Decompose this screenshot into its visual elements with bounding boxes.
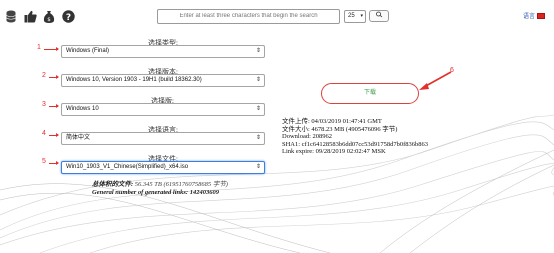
version-select[interactable]: Windows 10, Version 1903 - 19H1 (build 1… (61, 74, 265, 87)
thumbs-up-icon[interactable] (23, 9, 37, 23)
total-size-label: 总体积的文件: (92, 181, 134, 188)
database-icon[interactable] (4, 9, 18, 23)
link-expire: Link expire: 09/28/2019 02:02:47 MSK (282, 148, 386, 155)
step-number-2: 2 (42, 72, 46, 79)
totals-block: 总体积的文件: 56.345 TB (61951760758685 字节) Ge… (92, 181, 228, 197)
step-number-5: 5 (42, 158, 46, 165)
download-count: Download: 208962 (282, 133, 333, 140)
total-size-value: 56.345 TB (134, 181, 162, 188)
chevron-updown-icon: ⇕ (255, 135, 261, 141)
chevron-down-icon: ▾ (360, 13, 363, 19)
search-icon (375, 11, 384, 20)
step-arrow-5 (49, 161, 59, 165)
svg-text:?: ? (65, 12, 70, 22)
generated-links-label: General number of generated links: (92, 189, 189, 196)
flag-icon (537, 12, 546, 19)
chevron-updown-icon: ⇕ (255, 48, 261, 54)
generated-links-value: 142403609 (189, 189, 219, 196)
language-switcher[interactable]: 语言 (523, 11, 546, 20)
file-select[interactable]: Win10_1903_V1_Chinese(Simplified)_x64.is… (61, 161, 265, 174)
top-icon-bar: $ ? (4, 9, 75, 23)
type-select-value: Windows (Final) (66, 48, 110, 54)
step-arrow-6 (419, 71, 452, 90)
search-button[interactable] (369, 10, 389, 22)
svg-text:$: $ (47, 17, 51, 23)
background-swoosh-decoration (0, 114, 554, 253)
chevron-updown-icon: ⇕ (255, 164, 261, 170)
file-info-panel: 文件上传: 04/03/2019 01:47:41 GMT 文件大小: 4678… (282, 118, 428, 156)
file-sha1: SHA1: cf1c64128583b6dd07cc53d91758d7b0f8… (282, 140, 429, 148)
step-arrow-3 (49, 104, 59, 108)
step-arrow-1 (44, 47, 59, 51)
step-arrow-4 (49, 133, 59, 137)
help-icon[interactable]: ? (61, 9, 75, 23)
download-button-label: 下载 (363, 90, 376, 96)
donate-bag-icon[interactable]: $ (42, 9, 56, 23)
file-uploaded: 文件上传: 04/03/2019 01:47:41 GMT (282, 118, 382, 125)
download-button[interactable]: 下载 (321, 83, 419, 104)
chevron-updown-icon: ⇕ (255, 106, 261, 112)
total-size-bytes: (61951760758685 字节) (163, 181, 228, 188)
step-arrow-2 (49, 75, 59, 79)
language-label: 语言 (523, 14, 536, 20)
chevron-updown-icon: ⇕ (255, 77, 261, 83)
step-number-1: 1 (37, 44, 41, 51)
language-select[interactable]: 简体中文 ⇕ (61, 132, 265, 145)
version-select-value: Windows 10, Version 1903 - 19H1 (build 1… (66, 77, 202, 83)
results-count-select[interactable]: 25 ▾ (344, 10, 366, 23)
search-input[interactable] (157, 9, 340, 24)
edition-select-value: Windows 10 (66, 106, 99, 112)
edition-select[interactable]: Windows 10 ⇕ (61, 103, 265, 116)
file-size: 文件大小: 4678.23 MB (4905476096 字节) (282, 125, 398, 133)
file-select-value: Win10_1903_V1_Chinese(Simplified)_x64.is… (66, 164, 189, 170)
step-number-4: 4 (42, 130, 46, 137)
type-select[interactable]: Windows (Final) ⇕ (61, 45, 265, 58)
step-number-3: 3 (42, 101, 46, 108)
results-count-value: 25 (348, 13, 355, 19)
language-select-value: 简体中文 (66, 135, 91, 141)
